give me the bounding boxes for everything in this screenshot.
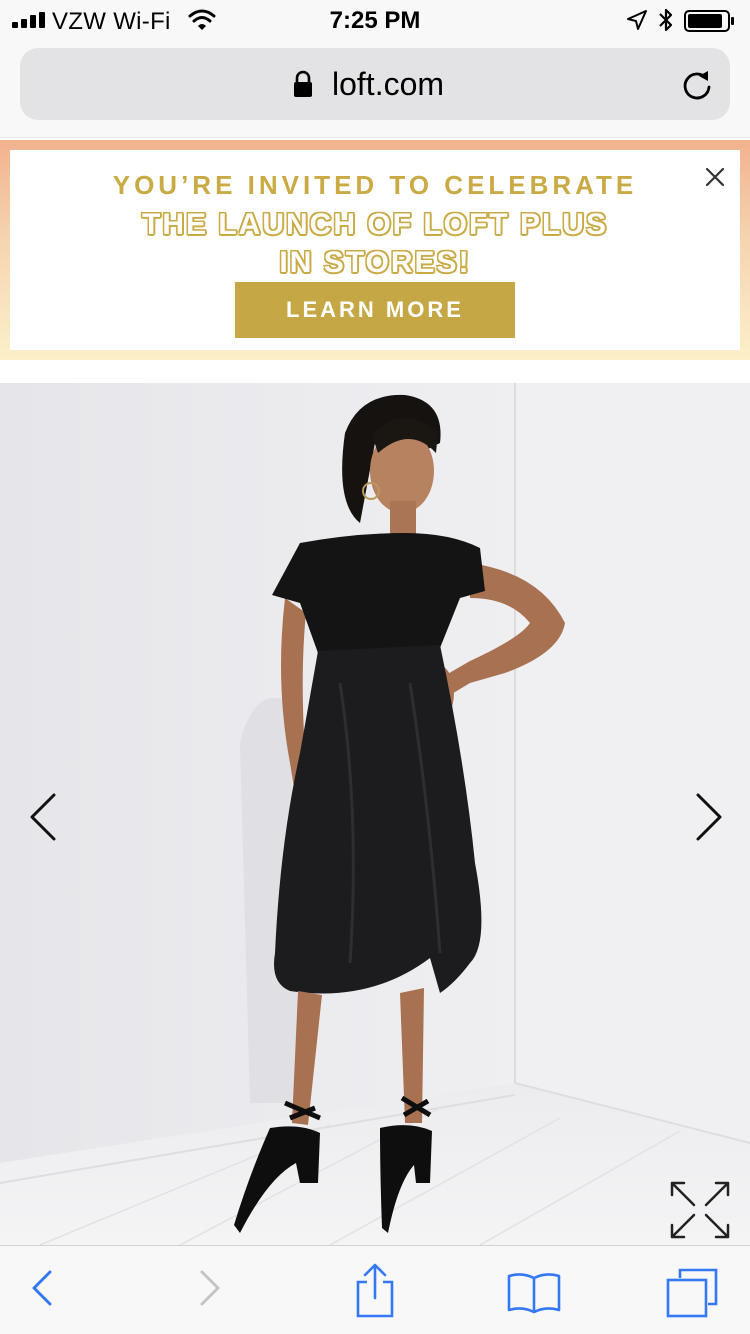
browser-toolbar (0, 1245, 750, 1334)
chevron-right-icon[interactable] (686, 791, 730, 843)
bookmarks-icon[interactable] (506, 1270, 562, 1314)
promo-banner: YOU’RE INVITED TO CELEBRATE THE LAUNCH O… (10, 150, 740, 350)
promo-title-line-1: THE LAUNCH OF LOFT PLUS (142, 208, 608, 241)
location-icon (627, 10, 647, 30)
battery-icon (684, 10, 734, 32)
reload-icon[interactable] (680, 68, 714, 102)
forward-icon[interactable] (192, 1266, 228, 1310)
back-icon[interactable] (24, 1266, 60, 1310)
browser-address-area: loft.com (0, 40, 750, 138)
learn-more-button[interactable]: LEARN MORE (235, 282, 515, 338)
promo-title-line-2: IN STORES! (279, 246, 471, 279)
product-photo (0, 383, 750, 1245)
product-image-gallery[interactable] (0, 383, 750, 1245)
tabs-icon[interactable] (664, 1266, 720, 1318)
promo-banner-frame: YOU’RE INVITED TO CELEBRATE THE LAUNCH O… (0, 140, 750, 360)
promo-headline: YOU’RE INVITED TO CELEBRATE (112, 170, 638, 200)
address-bar[interactable]: loft.com (20, 48, 730, 120)
expand-icon[interactable] (668, 1179, 732, 1241)
bluetooth-icon (659, 8, 673, 32)
url-text[interactable]: loft.com (332, 66, 444, 103)
close-icon[interactable] (700, 162, 730, 192)
share-icon[interactable] (350, 1262, 400, 1318)
chevron-left-icon[interactable] (22, 791, 66, 843)
lock-icon (294, 70, 312, 97)
status-bar: VZW Wi-Fi 7:25 PM (0, 0, 750, 40)
